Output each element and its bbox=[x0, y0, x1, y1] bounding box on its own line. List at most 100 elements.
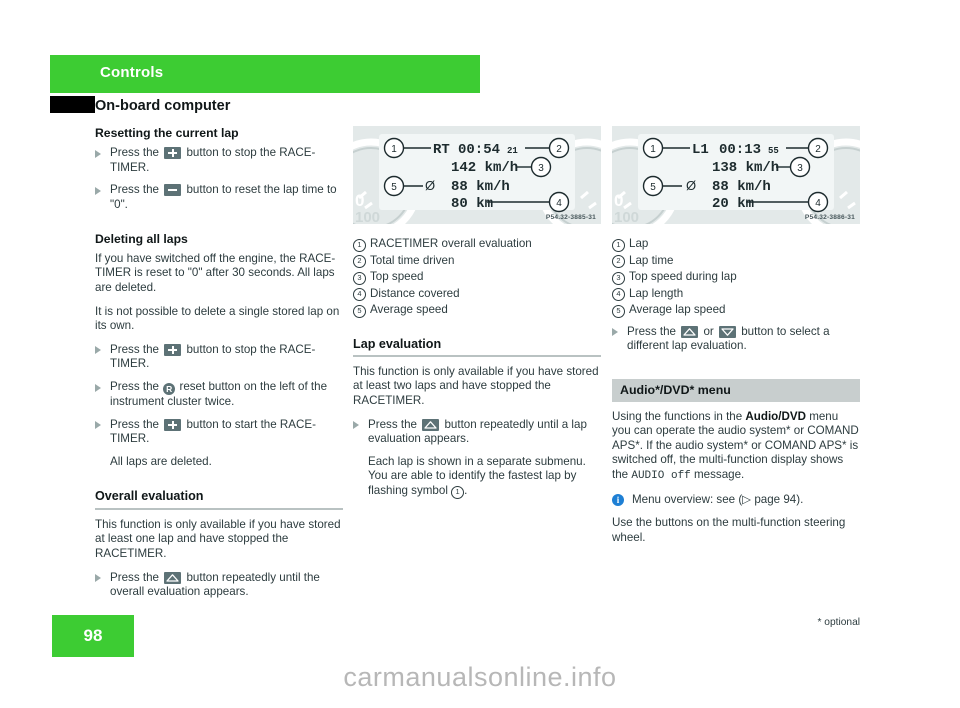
minus-button-icon[interactable] bbox=[164, 184, 182, 197]
svg-text:1: 1 bbox=[650, 144, 656, 155]
legend-label: Lap time bbox=[629, 253, 674, 267]
svg-text:5: 5 bbox=[650, 182, 656, 193]
legend-label: Top speed during lap bbox=[629, 270, 737, 283]
image-reference-code: P54.32-3886-31 bbox=[804, 214, 855, 221]
up-arrow-button-icon[interactable] bbox=[422, 418, 440, 431]
svg-text:0: 0 bbox=[355, 191, 364, 210]
section-tab-marker bbox=[50, 96, 95, 113]
svg-text:4: 4 bbox=[556, 198, 562, 209]
display-line-1-time: 00:13 bbox=[719, 142, 761, 158]
plus-button-icon[interactable] bbox=[164, 418, 182, 431]
column-left: Resetting the current lap Press the butt… bbox=[95, 126, 343, 608]
bullet-triangle-icon bbox=[353, 421, 359, 430]
list-item: 4 Lap length bbox=[612, 286, 860, 303]
paragraph-delete-engine-off: If you have switched off the engine, the… bbox=[95, 251, 336, 295]
circled-number-icon: 3 bbox=[612, 271, 625, 285]
page-title: On-board computer bbox=[95, 98, 231, 114]
r-reset-button-icon[interactable]: R bbox=[163, 383, 176, 396]
audio-text-1: Using the functions in the bbox=[612, 409, 743, 423]
legend-label: Lap length bbox=[629, 286, 684, 300]
chapter-banner: Controls bbox=[50, 55, 480, 93]
display-line-1-small: 21 bbox=[507, 146, 518, 156]
instrument-cluster-image-overall: 0 100 1 5 2 3 4 RT 00:54 21 142 km/h Ø 8… bbox=[353, 126, 601, 224]
paragraph-audio-dvd-usage: Using the functions in the Audio/DVD men… bbox=[612, 410, 860, 484]
paragraph-submenu-fastest-lap: Each lap is shown in a separate submenu.… bbox=[353, 455, 601, 500]
note-label: Menu overview: see (▷ page 94). bbox=[632, 492, 804, 506]
page-number-box: 98 bbox=[52, 615, 134, 657]
svg-text:2: 2 bbox=[815, 144, 821, 155]
list-item: 1 RACETIMER overall evaluation bbox=[353, 236, 601, 253]
circled-number-icon: 3 bbox=[353, 271, 366, 285]
list-item: 3 Top speed bbox=[353, 269, 601, 286]
heading-resetting-current-lap: Resetting the current lap bbox=[95, 126, 239, 140]
step-stop-racetimer: Press the button to stop the RACE-TIMER. bbox=[95, 146, 343, 175]
down-arrow-button-icon[interactable] bbox=[719, 325, 736, 338]
chapter-title: Controls bbox=[100, 64, 164, 81]
list-item: 2 Lap time bbox=[612, 253, 860, 270]
svg-text:1: 1 bbox=[391, 144, 397, 155]
step-text-pre: Press the bbox=[110, 183, 159, 197]
display-line-1-small: 55 bbox=[768, 146, 779, 156]
svg-text:0: 0 bbox=[614, 191, 623, 210]
legend-label: RACETIMER overall evaluation bbox=[370, 237, 532, 250]
svg-text:2: 2 bbox=[556, 144, 562, 155]
up-arrow-button-icon[interactable] bbox=[164, 571, 182, 584]
instrument-cluster-image-lap: 0 100 1 5 2 3 4 L1 00:13 55 138 km/h Ø 8… bbox=[612, 126, 860, 224]
step-text-pre: Press the bbox=[110, 342, 159, 356]
heading-audio-dvd-menu: Audio*/DVD* menu bbox=[612, 378, 860, 402]
paragraph-single-lap-not-possible: It is not possible to delete a single st… bbox=[95, 304, 340, 333]
audio-menu-name: Audio/DVD bbox=[745, 409, 806, 423]
info-icon: i bbox=[612, 494, 624, 507]
bullet-triangle-icon bbox=[95, 574, 101, 583]
circled-number-icon: 2 bbox=[612, 255, 625, 268]
legend-list-overall: 1 RACETIMER overall evaluation 2 Total tim… bbox=[353, 236, 601, 319]
legend-label: Lap bbox=[629, 237, 649, 250]
paragraph-overall-availability: This function is only available if you h… bbox=[95, 517, 341, 560]
submenu-text-end: . bbox=[464, 484, 468, 498]
paragraph-lap-availability: This function is only available if you h… bbox=[353, 364, 599, 408]
circled-number-icon: 4 bbox=[612, 288, 625, 301]
audio-off-message: AUDIO off bbox=[631, 470, 691, 483]
step-text-pre: Press the bbox=[368, 417, 417, 431]
list-item: 4 Distance covered bbox=[353, 286, 601, 303]
step-text-pre: Press the bbox=[110, 146, 159, 160]
svg-text:100: 100 bbox=[355, 209, 380, 224]
bullet-triangle-icon bbox=[612, 328, 618, 336]
legend-label: Total time driven bbox=[370, 253, 455, 267]
circled-number-icon: 2 bbox=[353, 255, 366, 268]
up-arrow-button-icon[interactable] bbox=[681, 325, 699, 338]
circled-number-icon: 1 bbox=[353, 238, 366, 252]
legend-label: Distance covered bbox=[370, 286, 460, 300]
bullet-triangle-icon bbox=[95, 346, 101, 355]
circled-number-icon: 4 bbox=[353, 288, 366, 301]
legend-list-lap: 1 Lap 2 Lap time 3 Top speed during lap 4 La… bbox=[612, 236, 860, 319]
bullet-triangle-icon bbox=[95, 186, 101, 195]
svg-text:4: 4 bbox=[815, 198, 821, 209]
step-press-reset-button: Press the R reset button on the left of … bbox=[95, 380, 343, 410]
display-line-2: 138 km/h bbox=[712, 160, 779, 176]
circled-number-icon: 5 bbox=[353, 304, 366, 318]
cluster-graphic: 0 100 1 5 2 3 4 L1 00:13 55 138 km/h Ø 8… bbox=[612, 126, 860, 224]
display-line-1: RT bbox=[433, 142, 450, 158]
column-right: 1 Lap 2 Lap time 3 Top speed during lap 4 La… bbox=[612, 236, 860, 554]
note-menu-overview: i Menu overview: see (▷ page 94). bbox=[612, 493, 860, 508]
display-avg-symbol: Ø bbox=[686, 178, 696, 193]
plus-button-icon[interactable] bbox=[164, 147, 182, 160]
svg-text:5: 5 bbox=[391, 182, 397, 193]
page-number: 98 bbox=[83, 626, 103, 645]
step-reset-lap-time: Press the button to reset the lap time t… bbox=[95, 183, 343, 212]
display-line-1: L1 bbox=[692, 142, 709, 158]
list-item: 3 Top speed during lap bbox=[612, 269, 860, 286]
plus-button-icon[interactable] bbox=[164, 343, 182, 356]
circled-number-icon: 5 bbox=[612, 304, 625, 318]
svg-text:100: 100 bbox=[614, 209, 639, 224]
paragraph-use-steering-wheel-buttons: Use the buttons on the multi-function st… bbox=[612, 516, 846, 544]
display-avg-symbol: Ø bbox=[425, 178, 435, 193]
step-text-pre: Press the bbox=[110, 380, 159, 394]
circled-number-icon: 1 bbox=[451, 486, 465, 500]
list-item: 5 Average speed bbox=[353, 302, 601, 319]
bullet-triangle-icon bbox=[95, 383, 101, 392]
step-show-lap-evaluation: Press the button repeatedly until a lap … bbox=[353, 418, 601, 447]
